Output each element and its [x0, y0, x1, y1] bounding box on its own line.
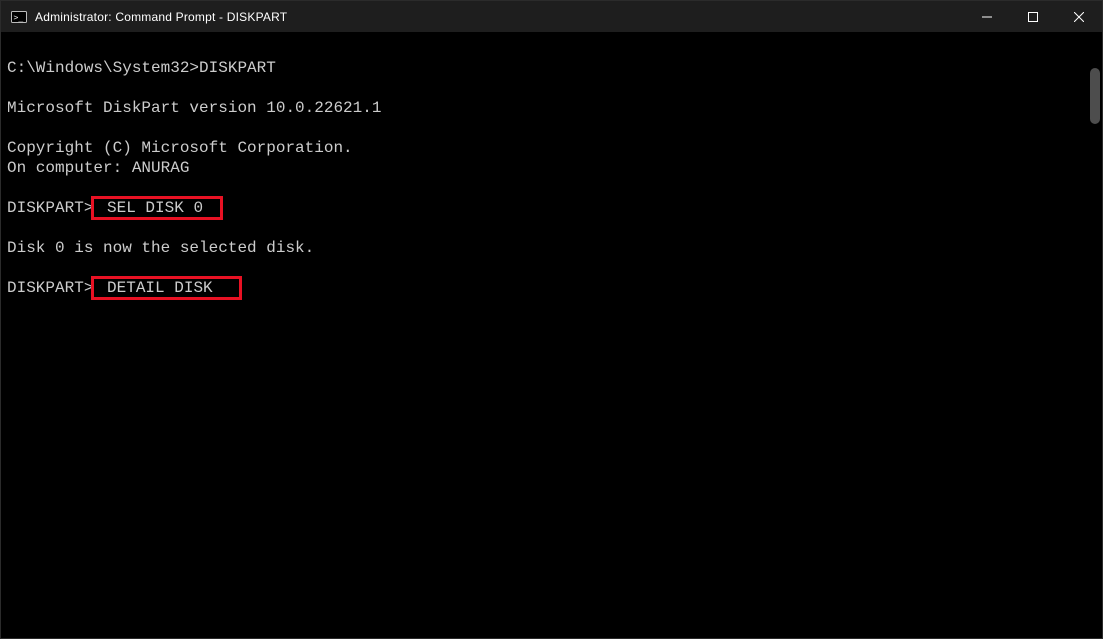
- terminal-client-area[interactable]: C:\Windows\System32>DISKPART Microsoft D…: [1, 32, 1102, 638]
- prompt-path: C:\Windows\System32>: [7, 59, 199, 77]
- command-text: DETAIL DISK: [97, 279, 212, 297]
- minimize-button[interactable]: [964, 1, 1010, 32]
- command-text: DISKPART: [199, 59, 276, 77]
- copyright-line: Copyright (C) Microsoft Corporation.: [7, 139, 353, 157]
- window-title: Administrator: Command Prompt - DISKPART: [35, 10, 287, 24]
- cmd-icon: >_: [11, 9, 27, 25]
- command-prompt-window: >_ Administrator: Command Prompt - DISKP…: [0, 0, 1103, 639]
- version-line: Microsoft DiskPart version 10.0.22621.1: [7, 99, 381, 117]
- scrollbar-thumb[interactable]: [1090, 68, 1100, 124]
- close-button[interactable]: [1056, 1, 1102, 32]
- maximize-button[interactable]: [1010, 1, 1056, 32]
- selected-disk-line: Disk 0 is now the selected disk.: [7, 239, 314, 257]
- terminal-output: C:\Windows\System32>DISKPART Microsoft D…: [7, 58, 1086, 632]
- svg-text:>_: >_: [14, 13, 24, 22]
- computer-line: On computer: ANURAG: [7, 159, 189, 177]
- diskpart-prompt: DISKPART>: [7, 199, 93, 217]
- highlight-box-sel-disk: SEL DISK 0: [93, 198, 220, 218]
- diskpart-prompt: DISKPART>: [7, 279, 93, 297]
- scrollbar-track[interactable]: [1090, 68, 1100, 628]
- titlebar[interactable]: >_ Administrator: Command Prompt - DISKP…: [1, 1, 1102, 32]
- highlight-box-detail-disk: DETAIL DISK: [93, 278, 239, 298]
